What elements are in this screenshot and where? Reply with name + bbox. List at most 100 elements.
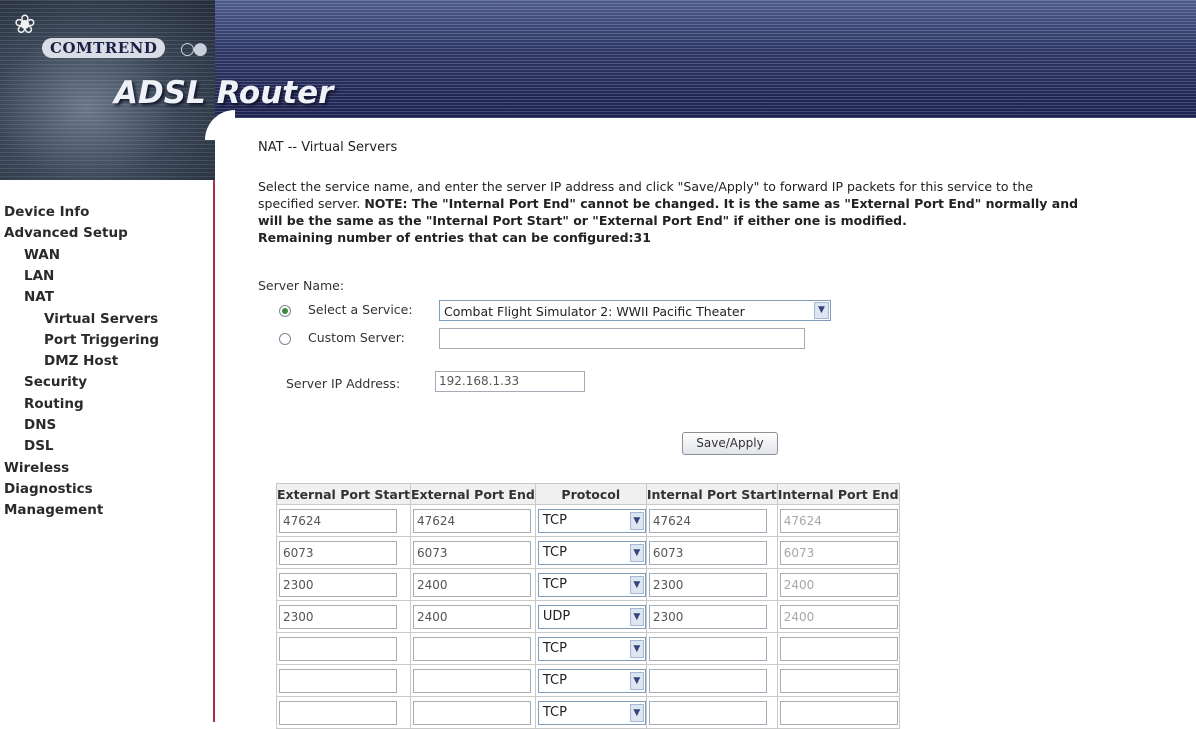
table-cell xyxy=(776,664,900,697)
external-port-end-input[interactable]: 2400 xyxy=(412,572,531,597)
internal-port-start-input[interactable]: 47624 xyxy=(648,508,767,533)
select-service-radio[interactable] xyxy=(279,305,291,317)
external-port-start-input[interactable] xyxy=(279,668,397,693)
table-cell xyxy=(645,664,778,697)
internal-port-start-input[interactable]: 2300 xyxy=(648,604,767,629)
protocol-select[interactable]: TCP ▼ xyxy=(537,668,646,693)
chevron-down-icon[interactable]: ▼ xyxy=(629,575,644,594)
table-cell: TCP ▼ xyxy=(534,632,647,665)
internal-port-start-input[interactable] xyxy=(648,636,767,661)
sidebar-item-dsl[interactable]: DSL xyxy=(24,438,54,454)
server-ip-input[interactable]: 192.168.1.33 xyxy=(435,371,585,392)
sidebar-item-virtual-servers[interactable]: Virtual Servers xyxy=(44,311,158,327)
internal-port-start-input[interactable]: 6073 xyxy=(648,540,767,565)
protocol-select[interactable]: TCP ▼ xyxy=(537,540,646,565)
sidebar-item-wan[interactable]: WAN xyxy=(24,247,60,263)
external-port-start-input[interactable]: 2300 xyxy=(279,572,397,597)
table-cell: 6073 xyxy=(776,536,900,569)
sidebar-item-dmz-host[interactable]: DMZ Host xyxy=(44,353,118,369)
sidebar-item-port-triggering[interactable]: Port Triggering xyxy=(44,332,159,348)
port-table: External Port Start External Port End Pr… xyxy=(276,483,900,729)
internal-port-end-input xyxy=(779,668,898,693)
table-cell: 2400 xyxy=(409,600,536,633)
port-table-body: 47624 47624 TCP ▼ 47624 47624 6073 6073 TCP ▼ 6073… xyxy=(276,504,900,729)
external-port-start-input[interactable]: 6073 xyxy=(279,540,397,565)
external-port-end-input[interactable] xyxy=(412,636,531,661)
page-title: NAT -- Virtual Servers xyxy=(258,140,398,155)
sidebar-item-management[interactable]: Management xyxy=(4,502,103,518)
protocol-select[interactable]: UDP ▼ xyxy=(537,604,646,629)
chevron-down-icon[interactable]: ▼ xyxy=(814,302,829,319)
header-protocol: Protocol xyxy=(534,483,647,505)
table-cell: 2400 xyxy=(776,568,900,601)
table-cell: TCP ▼ xyxy=(534,568,647,601)
table-row: TCP ▼ xyxy=(276,664,900,697)
custom-server-input[interactable] xyxy=(439,328,805,349)
table-row: 2300 2400 TCP ▼ 2300 2400 xyxy=(276,568,900,601)
table-cell: 6073 xyxy=(409,536,536,569)
external-port-start-input[interactable] xyxy=(279,700,397,725)
table-cell: TCP ▼ xyxy=(534,536,647,569)
table-cell: 2400 xyxy=(776,600,900,633)
external-port-end-input[interactable] xyxy=(412,700,531,725)
chevron-down-icon[interactable]: ▼ xyxy=(629,511,644,530)
external-port-start-input[interactable] xyxy=(279,636,397,661)
chevron-down-icon[interactable]: ▼ xyxy=(629,639,644,658)
sidebar-item-security[interactable]: Security xyxy=(24,374,87,390)
external-port-start-input[interactable]: 2300 xyxy=(279,604,397,629)
table-cell: 47624 xyxy=(276,504,411,537)
service-select[interactable]: Combat Flight Simulator 2: WWII Pacific … xyxy=(439,300,831,321)
sidebar-item-wireless[interactable]: Wireless xyxy=(4,460,69,476)
sidebar-item-diagnostics[interactable]: Diagnostics xyxy=(4,481,93,497)
save-apply-button[interactable]: Save/Apply xyxy=(682,432,778,455)
header-internal-port-start: Internal Port Start xyxy=(645,483,778,505)
table-row: TCP ▼ xyxy=(276,632,900,665)
protocol-value: TCP xyxy=(542,544,567,560)
external-port-end-input[interactable] xyxy=(412,668,531,693)
server-ip-label: Server IP Address: xyxy=(286,376,401,391)
internal-port-end-input: 47624 xyxy=(779,508,898,533)
chevron-down-icon[interactable]: ▼ xyxy=(629,671,644,690)
internal-port-start-input[interactable] xyxy=(648,668,767,693)
description-note: NOTE: The "Internal Port End" cannot be … xyxy=(364,196,1079,211)
sidebar-item-device-info[interactable]: Device Info xyxy=(4,204,89,220)
table-cell: 6073 xyxy=(645,536,778,569)
brand-name: COMTREND xyxy=(42,38,166,58)
protocol-value: TCP xyxy=(542,640,567,656)
table-cell xyxy=(776,696,900,729)
table-cell: 47624 xyxy=(776,504,900,537)
chevron-down-icon[interactable]: ▼ xyxy=(629,543,644,562)
select-service-label: Select a Service: xyxy=(308,302,413,317)
table-cell xyxy=(409,632,536,665)
table-cell xyxy=(409,696,536,729)
sidebar-item-nat[interactable]: NAT xyxy=(24,289,54,305)
table-cell: 47624 xyxy=(645,504,778,537)
table-cell: 2300 xyxy=(276,568,411,601)
sidebar-item-advanced-setup[interactable]: Advanced Setup xyxy=(4,225,128,241)
sidebar-item-lan[interactable]: LAN xyxy=(24,268,54,284)
table-cell: 6073 xyxy=(276,536,411,569)
sidebar-item-routing[interactable]: Routing xyxy=(24,396,84,412)
external-port-end-input[interactable]: 6073 xyxy=(412,540,531,565)
logo-dots-icon: ○● xyxy=(180,39,208,59)
description-line-1: Select the service name, and enter the s… xyxy=(258,179,1034,194)
protocol-value: UDP xyxy=(542,608,571,624)
protocol-select[interactable]: TCP ▼ xyxy=(537,572,646,597)
chevron-down-icon[interactable]: ▼ xyxy=(629,607,644,626)
description-line-3: will be the same as the "Internal Port S… xyxy=(258,213,907,228)
protocol-select[interactable]: TCP ▼ xyxy=(537,508,646,533)
sidebar-item-dns[interactable]: DNS xyxy=(24,417,56,433)
external-port-start-input[interactable]: 47624 xyxy=(279,508,397,533)
table-cell: 2300 xyxy=(645,600,778,633)
table-row: 47624 47624 TCP ▼ 47624 47624 xyxy=(276,504,900,537)
internal-port-start-input[interactable]: 2300 xyxy=(648,572,767,597)
remaining-entries: Remaining number of entries that can be … xyxy=(258,230,651,245)
protocol-select[interactable]: TCP ▼ xyxy=(537,700,646,725)
external-port-end-input[interactable]: 2400 xyxy=(412,604,531,629)
external-port-end-input[interactable]: 47624 xyxy=(412,508,531,533)
protocol-select[interactable]: TCP ▼ xyxy=(537,636,646,661)
chevron-down-icon[interactable]: ▼ xyxy=(629,703,644,722)
service-select-value: Combat Flight Simulator 2: WWII Pacific … xyxy=(444,304,745,319)
custom-server-radio[interactable] xyxy=(279,333,291,345)
internal-port-start-input[interactable] xyxy=(648,700,767,725)
